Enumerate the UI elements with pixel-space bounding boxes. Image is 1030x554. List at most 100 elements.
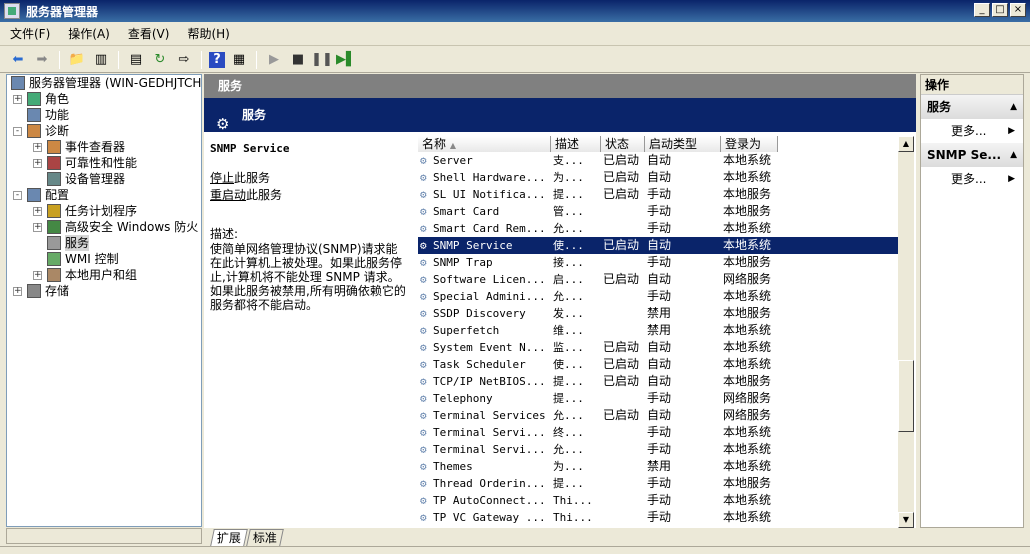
actions-more-services[interactable]: 更多... ▶ <box>921 119 1023 143</box>
column-logon-as[interactable]: 登录为 <box>721 136 778 152</box>
expand-icon[interactable]: + <box>13 287 22 296</box>
tree-item[interactable]: + 存储 <box>7 283 201 299</box>
service-logon: 本地系统 <box>723 442 772 456</box>
scroll-up-button[interactable]: ▲ <box>898 136 914 152</box>
service-row[interactable]: ⚙ Themes 为... 禁用 本地系统 <box>418 458 898 475</box>
service-row[interactable]: ⚙ Terminal Services 允... 已启动 自动 网络服务 <box>418 407 898 424</box>
restart-icon[interactable]: ▶▌ <box>336 50 356 70</box>
scroll-thumb[interactable] <box>898 360 914 432</box>
service-row[interactable]: ⚙ SL UI Notifica... 提... 已启动 手动 本地服务 <box>418 186 898 203</box>
service-row[interactable]: ⚙ Terminal Servi... 允... 手动 本地系统 <box>418 441 898 458</box>
export-icon[interactable]: ⇨ <box>174 50 194 70</box>
service-name: TP AutoConnect... <box>433 494 546 507</box>
service-row[interactable]: ⚙ SNMP Service 使... 已启动 自动 本地系统 <box>418 237 898 254</box>
forward-icon[interactable]: ➡ <box>32 50 52 70</box>
tree-item[interactable]: + 本地用户和组 <box>7 267 201 283</box>
restart-service-link[interactable]: 重启动 <box>210 188 246 202</box>
service-row[interactable]: ⚙ Telephony 提... 手动 网络服务 <box>418 390 898 407</box>
service-logon: 网络服务 <box>723 272 772 286</box>
menu-view[interactable]: 查看(V) <box>128 25 170 42</box>
service-row[interactable]: ⚙ Shell Hardware... 为... 已启动 自动 本地系统 <box>418 169 898 186</box>
service-logon: 本地系统 <box>723 153 772 167</box>
show-tree-icon[interactable]: ▥ <box>91 50 111 70</box>
service-name: Thread Orderin... <box>433 477 546 490</box>
tree-node-icon <box>47 156 61 170</box>
navigation-tree[interactable]: 服务器管理器 (WIN-GEDHJTCHMWI+角色功能-诊断+事件查看器+可靠… <box>6 74 202 527</box>
actions-more-snmp[interactable]: 更多... ▶ <box>921 167 1023 191</box>
service-row[interactable]: ⚙ Smart Card 管... 手动 本地服务 <box>418 203 898 220</box>
tree-item[interactable]: 服务器管理器 (WIN-GEDHJTCHMWI <box>7 75 201 91</box>
collapse-icon[interactable]: - <box>13 127 22 136</box>
tab-extended[interactable]: 扩展 <box>210 529 248 546</box>
close-button[interactable]: × <box>1010 3 1026 17</box>
properties-icon[interactable]: ▤ <box>126 50 146 70</box>
stop-icon[interactable]: ■ <box>288 50 308 70</box>
expand-icon[interactable]: + <box>33 223 42 232</box>
service-row[interactable]: ⚙ Smart Card Rem... 允... 手动 本地系统 <box>418 220 898 237</box>
tree-item[interactable]: - 配置 <box>7 187 201 203</box>
tree-item[interactable]: WMI 控制 <box>7 251 201 267</box>
scroll-down-button[interactable]: ▼ <box>898 512 914 528</box>
collapse-icon[interactable]: - <box>13 191 22 200</box>
actions-section-services[interactable]: 服务 ▲ <box>921 95 1023 119</box>
service-desc: 接... <box>553 256 584 269</box>
service-row[interactable]: ⚙ TP AutoConnect... Thi... 手动 本地系统 <box>418 492 898 509</box>
service-row[interactable]: ⚙ SNMP Trap 接... 手动 本地服务 <box>418 254 898 271</box>
tree-horizontal-scrollbar[interactable] <box>6 528 202 544</box>
expand-icon[interactable]: + <box>13 95 22 104</box>
action-pane-icon[interactable]: ▦ <box>229 50 249 70</box>
up-folder-icon[interactable]: 📁 <box>67 50 87 70</box>
service-row[interactable]: ⚙ Software Licen... 启... 已启动 自动 网络服务 <box>418 271 898 288</box>
tree-item[interactable]: 服务 <box>7 235 201 251</box>
services-banner: ⚙ 服务 <box>204 98 916 133</box>
tree-node-icon <box>47 220 61 234</box>
service-row[interactable]: ⚙ Superfetch 维... 禁用 本地系统 <box>418 322 898 339</box>
service-startup: 手动 <box>647 493 672 507</box>
minimize-button[interactable]: _ <box>974 3 990 17</box>
tree-item[interactable]: + 任务计划程序 <box>7 203 201 219</box>
service-status: 已启动 <box>603 153 640 167</box>
tree-item[interactable]: 功能 <box>7 107 201 123</box>
back-icon[interactable]: ⬅ <box>8 50 28 70</box>
service-row[interactable]: ⚙ System Event N... 监... 已启动 自动 本地系统 <box>418 339 898 356</box>
menu-action[interactable]: 操作(A) <box>68 25 110 42</box>
menu-file[interactable]: 文件(F) <box>10 25 50 42</box>
column-status[interactable]: 状态 <box>601 136 645 152</box>
actions-section-snmp[interactable]: SNMP Se... ▲ <box>921 143 1023 167</box>
expand-icon[interactable]: + <box>33 271 42 280</box>
tab-standard[interactable]: 标准 <box>246 529 284 546</box>
tree-node-icon <box>27 188 41 202</box>
maximize-button[interactable]: □ <box>992 3 1008 17</box>
service-logon: 本地系统 <box>723 289 772 303</box>
expand-icon[interactable]: + <box>33 207 42 216</box>
service-row[interactable]: ⚙ Special Admini... 允... 手动 本地系统 <box>418 288 898 305</box>
service-row[interactable]: ⚙ Terminal Servi... 终... 手动 本地系统 <box>418 424 898 441</box>
tree-item[interactable]: + 高级安全 Windows 防火 <box>7 219 201 235</box>
service-row[interactable]: ⚙ Thread Orderin... 提... 手动 本地服务 <box>418 475 898 492</box>
help-icon[interactable]: ? <box>209 51 225 68</box>
column-name[interactable]: 名称 ▲ <box>418 136 551 152</box>
service-startup: 手动 <box>647 289 672 303</box>
service-row[interactable]: ⚙ TCP/IP NetBIOS... 提... 已启动 自动 本地服务 <box>418 373 898 390</box>
tree-item[interactable]: + 事件查看器 <box>7 139 201 155</box>
tree-item[interactable]: - 诊断 <box>7 123 201 139</box>
list-vertical-scrollbar[interactable]: ▲ ▼ <box>898 136 914 528</box>
service-row[interactable]: ⚙ SSDP Discovery 发... 禁用 本地服务 <box>418 305 898 322</box>
refresh-icon[interactable]: ↻ <box>150 50 170 70</box>
play-icon[interactable]: ▶ <box>264 50 284 70</box>
service-row[interactable]: ⚙ Task Scheduler 使... 已启动 自动 本地系统 <box>418 356 898 373</box>
tree-item[interactable]: 设备管理器 <box>7 171 201 187</box>
stop-service-link[interactable]: 停止 <box>210 171 234 185</box>
expand-icon[interactable]: + <box>33 143 42 152</box>
pause-icon[interactable]: ❚❚ <box>311 50 333 70</box>
service-row[interactable]: ⚙ Server 支... 已启动 自动 本地系统 <box>418 152 898 169</box>
menu-help[interactable]: 帮助(H) <box>187 25 229 42</box>
column-startup-type[interactable]: 启动类型 <box>645 136 721 152</box>
tree-node-icon <box>27 92 41 106</box>
column-description[interactable]: 描述 <box>551 136 601 152</box>
service-row[interactable]: ⚙ TP VC Gateway ... Thi... 手动 本地系统 <box>418 509 898 526</box>
service-gear-icon: ⚙ <box>420 256 427 269</box>
tree-item[interactable]: + 可靠性和性能 <box>7 155 201 171</box>
expand-icon[interactable]: + <box>33 159 42 168</box>
tree-item[interactable]: + 角色 <box>7 91 201 107</box>
